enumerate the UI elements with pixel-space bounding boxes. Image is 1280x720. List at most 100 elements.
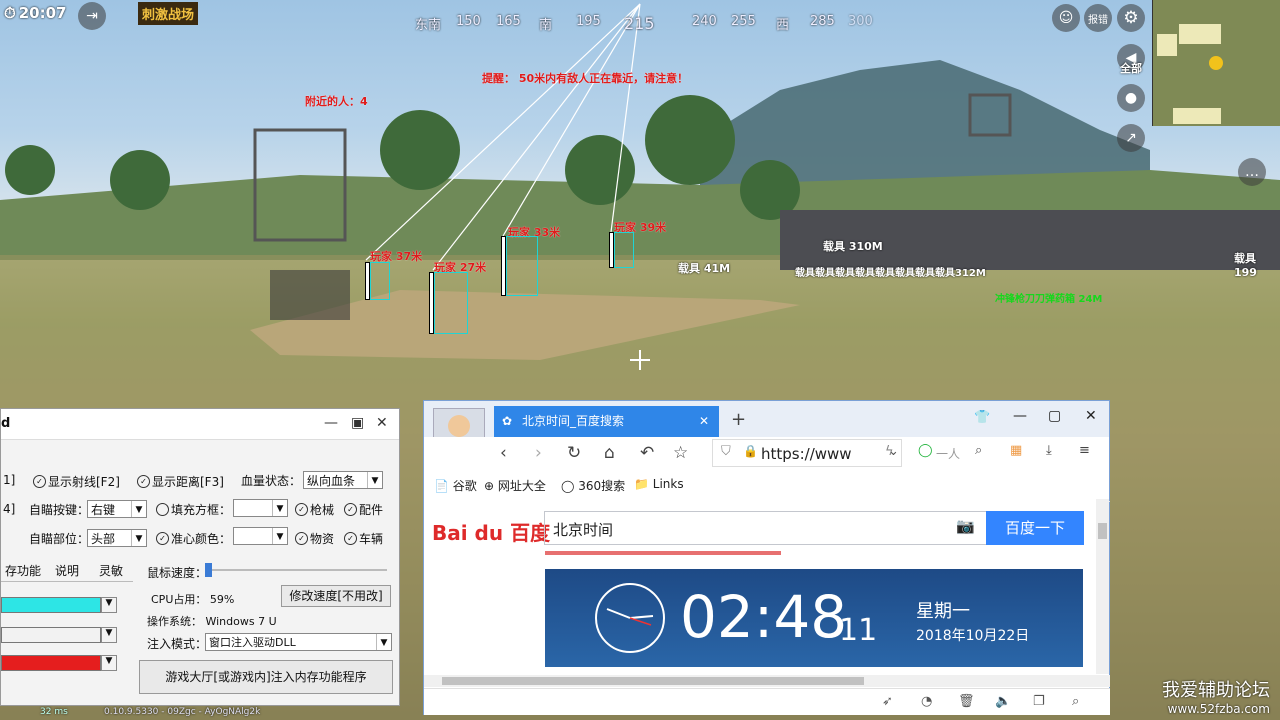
window-icon[interactable]: ❐ (1033, 694, 1045, 709)
search-hint[interactable]: 一人 (936, 445, 960, 462)
esp-color-swatch[interactable] (1, 627, 101, 643)
report-button[interactable]: 报错 (1084, 4, 1112, 32)
status-toolbar: ➶ ◔ 🗑 🔈 ❐ ⌕ (424, 688, 1110, 715)
download-icon[interactable]: ⤓ (1046, 443, 1052, 458)
chevron-down-icon[interactable]: ⌄ (888, 444, 899, 459)
settings-gear-icon[interactable]: ⚙ (1117, 4, 1145, 32)
select-value: 右键 (91, 503, 116, 517)
star-icon[interactable]: ☆ (673, 443, 688, 463)
rocket-icon[interactable]: ➶ (882, 694, 893, 709)
chevron-down-icon[interactable]: ▼ (101, 627, 117, 643)
forward-icon[interactable]: › (535, 443, 542, 463)
maximize-icon[interactable]: ▢ (1048, 408, 1061, 424)
minimize-icon[interactable]: — (324, 415, 338, 431)
compass-label: 150 (456, 14, 481, 29)
scrollbar-thumb[interactable] (442, 677, 864, 685)
close-icon[interactable]: ✕ (376, 415, 388, 431)
home-icon[interactable]: ⌂ (604, 443, 615, 463)
minimap-building (1179, 24, 1221, 44)
address-bar[interactable]: ⛉ 🔒 https://www ϟ (712, 439, 902, 467)
check-icon: ✓ (344, 503, 357, 516)
voice-chat-icon[interactable]: ☺ (1052, 4, 1080, 32)
close-tab-icon[interactable]: ✕ (699, 406, 709, 437)
player-box (434, 272, 468, 334)
bookmark-item[interactable]: ⊕ 网址大全 (484, 477, 546, 494)
fill-box-checkbox[interactable]: 填充方框： (156, 501, 231, 518)
blood-status-select[interactable]: 纵向血条 ▼ (303, 471, 383, 489)
volume-icon[interactable]: 🔈 (995, 694, 1011, 709)
compass-label: 285 (810, 14, 835, 29)
chat-icon[interactable]: … (1238, 158, 1266, 186)
microphone-icon[interactable]: ● (1117, 84, 1145, 112)
inject-button[interactable]: 游戏大厅[或游戏内]注入内存功能程序 (139, 660, 393, 694)
os-readout: 操作系统： Windows 7 U (147, 615, 277, 628)
crosshair-color-select[interactable]: ▼ (233, 527, 288, 545)
supplies-checkbox[interactable]: ✓ 物资 (295, 530, 334, 547)
horizontal-scrollbar[interactable] (424, 675, 1110, 687)
bookmark-item[interactable]: 📁 Links (634, 477, 684, 491)
esp-color-swatch[interactable] (1, 597, 101, 613)
gun-checkbox[interactable]: ✓ 枪械 (295, 501, 334, 518)
version-readout: 0.10.9.5330 - 09Zgc - AyOgNAlg2k (104, 707, 261, 717)
vehicle-label: 载具 310M (823, 240, 883, 253)
search-engine-icon[interactable]: ◯ (918, 443, 933, 458)
trash-icon[interactable]: 🗑 (958, 694, 975, 709)
camera-icon[interactable]: 📷 (956, 517, 975, 535)
search-icon[interactable]: ⌕ (975, 443, 982, 458)
select-value: 头部 (91, 532, 116, 546)
menu-icon[interactable]: ≡ (1079, 443, 1090, 458)
show-ray-checkbox[interactable]: ✓ 显示射线[F2] (33, 473, 120, 490)
parts-checkbox[interactable]: ✓ 配件 (344, 501, 383, 518)
slider-handle[interactable] (205, 563, 212, 577)
minimap[interactable] (1152, 0, 1280, 126)
browser-window: ✿ 北京时间_百度搜索 ✕ + 👕 — ▢ ✕ ‹ › ↻ ⌂ ↶ ☆ ⛉ 🔒 … (423, 400, 1110, 715)
checkbox-label: 车辆 (359, 532, 384, 546)
tab-help[interactable]: 说明 (45, 561, 89, 581)
chevron-down-icon[interactable]: ▼ (101, 655, 117, 671)
aim-part-select[interactable]: 头部 ▼ (87, 529, 147, 547)
undo-icon[interactable]: ↶ (640, 443, 654, 463)
lock-icon: 🔒 (743, 444, 758, 458)
scrollbar-thumb[interactable] (1098, 523, 1107, 539)
bookmark-item[interactable]: 📄 谷歌 (434, 477, 477, 494)
apps-icon[interactable]: ▦ (1010, 443, 1022, 458)
vehicle-checkbox[interactable]: ✓ 车辆 (344, 530, 383, 547)
vertical-scrollbar[interactable] (1096, 499, 1109, 674)
minimize-icon[interactable]: — (1013, 408, 1027, 424)
checkbox-label: 显示射线[F2] (48, 475, 120, 489)
show-distance-checkbox[interactable]: ✓ 显示距离[F3] (137, 473, 224, 490)
mouse-speed-slider[interactable] (207, 569, 387, 571)
maximize-icon[interactable]: ▣ (351, 415, 364, 431)
chevron-down-icon[interactable]: ▼ (101, 597, 117, 613)
nearby-count: 附近的人：4 (305, 95, 368, 108)
digital-seconds: 11 (839, 613, 878, 648)
checkbox-label: 物资 (310, 532, 335, 546)
zoom-icon[interactable]: ⌕ (1072, 694, 1079, 709)
fill-color-select[interactable]: ▼ (233, 499, 288, 517)
player-health-bar (609, 232, 614, 268)
compass-label: 南 (539, 18, 553, 33)
bookmark-item[interactable]: ◯ 360搜索 (561, 477, 625, 494)
aim-key-select[interactable]: 右键 ▼ (87, 500, 147, 518)
shirt-icon[interactable]: 👕 (974, 410, 990, 425)
inject-mode-select[interactable]: 窗口注入驱动DLL ▼ (205, 633, 392, 651)
chevron-down-icon: ▼ (131, 501, 146, 517)
sprint-icon[interactable]: ↗ (1117, 124, 1145, 152)
back-icon[interactable]: ‹ (500, 443, 507, 463)
reload-icon[interactable]: ↻ (567, 443, 581, 463)
compass-label: 255 (731, 14, 756, 29)
new-tab-icon[interactable]: + (731, 409, 746, 430)
check-icon: ✓ (295, 532, 308, 545)
tab-baidu[interactable]: ✿ 北京时间_百度搜索 ✕ (494, 406, 719, 437)
search-button[interactable]: 百度一下 (986, 511, 1084, 545)
ping-readout: 32 ms (40, 707, 68, 717)
speed-icon[interactable]: ◔ (921, 694, 932, 709)
shield-icon: ⛉ (721, 444, 731, 459)
tab-memory[interactable]: 存功能 (1, 561, 45, 581)
crosshair-color-checkbox[interactable]: ✓ 准心颜色： (156, 530, 231, 547)
modify-speed-button[interactable]: 修改速度[不用改] (281, 585, 391, 607)
tab-sensitivity[interactable]: 灵敏 (89, 561, 133, 581)
search-input[interactable]: 北京时间 📷 (544, 511, 987, 545)
close-icon[interactable]: ✕ (1085, 408, 1097, 424)
esp-color-swatch[interactable] (1, 655, 101, 671)
